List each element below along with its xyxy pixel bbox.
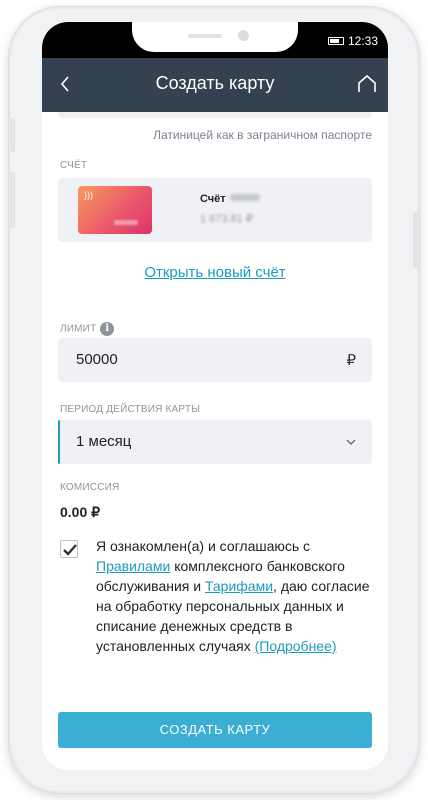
home-button[interactable] [356,74,378,94]
camera-icon [238,30,249,41]
rules-link[interactable]: Правилами [96,558,170,574]
phone-side-button-left-1 [10,118,15,152]
ruble-icon: ₽ [346,352,356,369]
period-select[interactable]: 1 месяц [58,420,372,464]
account-number-mask [230,194,260,201]
phone-notch [132,22,298,52]
limit-label-row: ЛИМИТ i [60,322,115,336]
status-bar: 12:33 [42,22,388,58]
select-focus-accent [58,420,60,464]
info-icon[interactable]: i [100,322,115,336]
commission-value: 0.00 ₽ [60,504,101,520]
page-title: Создать карту [155,73,275,93]
agreement-text: Я ознакомлен(а) и соглашаюсь с Правилами… [96,536,376,656]
period-label: ПЕРИОД ДЕЙСТВИЯ КАРТЫ [60,404,201,415]
commission-label: КОМИССИЯ [60,482,120,493]
account-title: Счёт [200,193,226,205]
agreement-checkbox[interactable] [60,540,78,558]
tariffs-link[interactable]: Тарифами [205,578,273,594]
phone-side-button-right [413,212,418,268]
agreement-text-1: Я ознакомлен(а) и соглашаюсь с [96,538,311,554]
phone-side-button-left-2 [10,172,15,228]
more-link[interactable]: (Подробнее) [255,638,337,654]
account-balance: 1 673.81 ₽ [200,213,253,225]
name-input-field[interactable] [58,112,372,118]
account-selector[interactable]: ))) Счёт 1 673.81 ₽ [58,178,372,242]
app-header: Создать карту [42,58,388,112]
phone-screen: 12:33 Создать карту Латиницей как в загр… [42,22,388,770]
home-icon [358,74,376,92]
create-card-button[interactable]: СОЗДАТЬ КАРТУ [58,712,372,748]
period-selected-value: 1 месяц [76,433,132,450]
limit-label: ЛИМИТ [60,323,97,335]
name-field-hint: Латиницей как в заграничном паспорте [153,128,372,142]
status-right: 12:33 [327,34,378,48]
contactless-icon: ))) [84,190,93,200]
form-content: Латиницей как в заграничном паспорте СЧЁ… [42,112,388,770]
status-time: 12:33 [347,34,378,48]
speaker-icon [188,34,222,38]
limit-input[interactable]: 50000 ₽ [58,338,372,382]
card-number-mask [114,220,138,225]
battery-icon [327,37,344,45]
card-thumbnail: ))) [78,186,152,234]
open-new-account-link[interactable]: Открыть новый счёт [42,264,388,281]
checkmark-icon [63,544,77,556]
account-label: СЧЁТ [60,160,88,171]
limit-value: 50000 [76,351,118,368]
chevron-down-icon [346,439,356,445]
